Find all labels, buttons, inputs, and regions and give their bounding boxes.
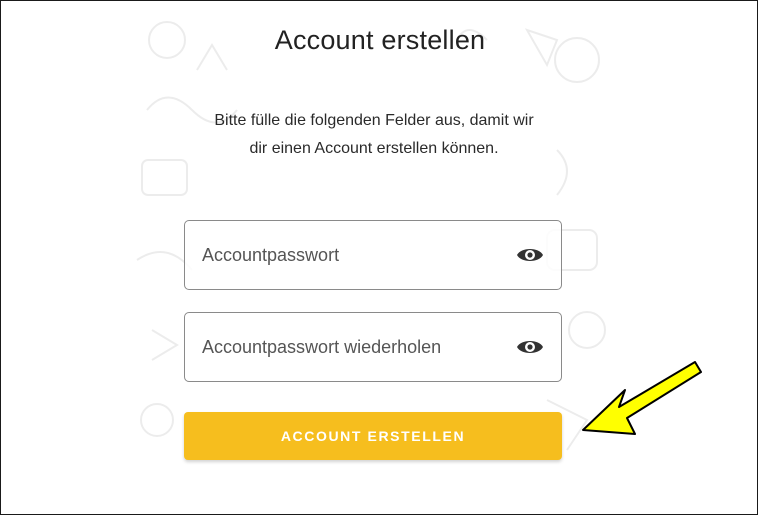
password-repeat-input[interactable] [185, 313, 505, 381]
eye-icon[interactable] [516, 336, 544, 358]
eye-icon[interactable] [516, 244, 544, 266]
page-description: Bitte fülle die folgenden Felder aus, da… [168, 107, 580, 163]
yellow-arrow-pointer-icon [582, 361, 702, 435]
page-title: Account erstellen [274, 25, 486, 55]
description-line-2: dir einen Account erstellen können. [249, 140, 499, 157]
password-repeat-field [184, 312, 562, 382]
description-line-1: Bitte fülle die folgenden Felder aus, da… [214, 112, 534, 129]
create-account-button[interactable]: ACCOUNT ERSTELLEN [184, 412, 562, 460]
password-input[interactable] [185, 221, 505, 289]
password-field [184, 220, 562, 290]
